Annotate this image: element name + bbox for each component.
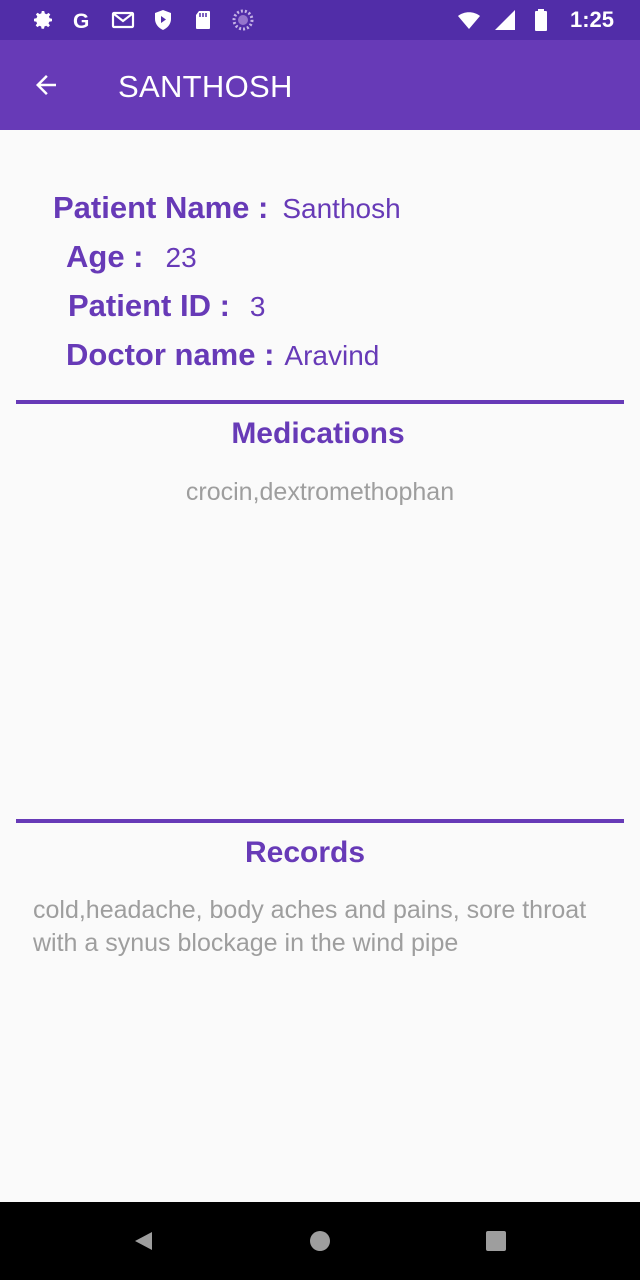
patient-name-row: Patient Name : Santhosh: [53, 190, 401, 226]
battery-icon: [528, 7, 554, 33]
status-bar: G 1:25: [0, 0, 640, 40]
home-circle-icon: [310, 1231, 330, 1251]
shield-play-icon: [150, 7, 176, 33]
doctor-name-row: Doctor name : Aravind: [66, 337, 379, 373]
age-value: 23: [165, 242, 197, 273]
medications-title: Medications: [231, 417, 405, 450]
status-time: 1:25: [569, 7, 614, 32]
age-row: Age : 23: [66, 239, 197, 275]
patient-id-value: 3: [249, 291, 266, 322]
sync-progress-icon: [230, 7, 256, 33]
gmail-icon: [110, 7, 136, 33]
records-title: Records: [244, 836, 366, 869]
medications-text: crocin,dextromethophan: [185, 478, 455, 506]
wifi-icon: [456, 7, 482, 33]
app-bar: SANTHOSH: [0, 40, 640, 130]
patient-name-value: Santhosh: [282, 193, 401, 224]
signal-icon: [492, 7, 518, 33]
nav-back-button[interactable]: [132, 1229, 156, 1253]
recents-square-icon: [486, 1231, 506, 1251]
sd-card-icon: [190, 7, 216, 33]
page-title: SANTHOSH: [118, 69, 293, 104]
google-icon: G: [70, 7, 96, 33]
patient-id-label: Patient ID :: [68, 288, 230, 323]
nav-home-button[interactable]: [308, 1229, 332, 1253]
navigation-bar: [0, 1202, 640, 1280]
records-text: cold,headache, body aches and pains, sor…: [33, 896, 587, 957]
divider: [16, 400, 624, 404]
divider: [16, 819, 624, 823]
arrow-back-icon: [36, 75, 56, 95]
nav-recents-button[interactable]: [484, 1229, 508, 1253]
doctor-name-value: Aravind: [284, 340, 380, 371]
patient-name-label: Patient Name :: [53, 190, 269, 225]
patient-id-row: Patient ID : 3: [68, 288, 265, 324]
age-label: Age :: [66, 239, 144, 274]
settings-icon: [30, 7, 56, 33]
doctor-name-label: Doctor name :: [66, 337, 275, 372]
back-button[interactable]: [26, 67, 66, 103]
back-triangle-icon: [135, 1232, 152, 1250]
svg-text:G: G: [73, 10, 89, 32]
